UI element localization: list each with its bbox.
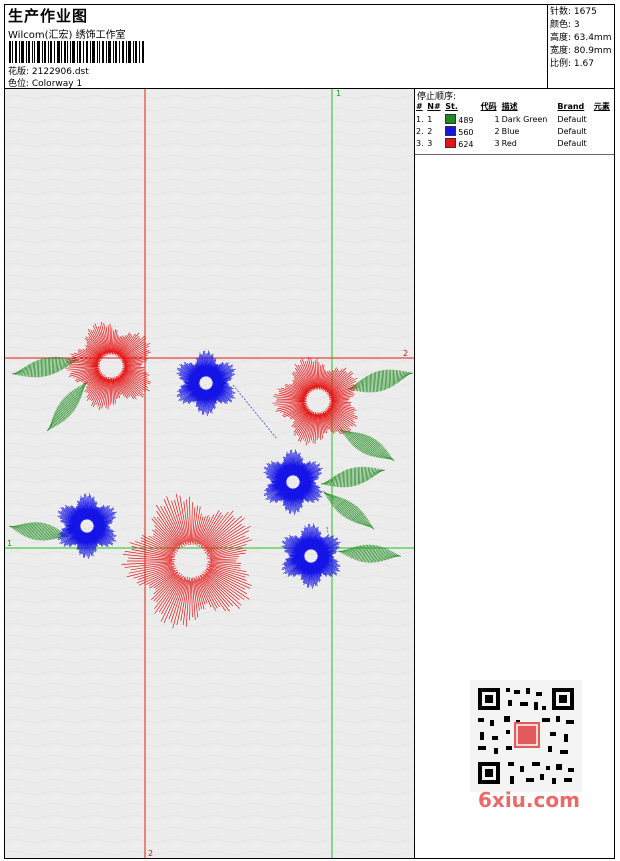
design-height: 高度: 63.4mm: [550, 33, 612, 43]
guide-marker-right: 2: [403, 349, 408, 358]
row-code: 3: [494, 138, 500, 148]
row-element: [593, 125, 614, 137]
row-element: [593, 137, 614, 149]
row-brand: Default: [557, 126, 587, 136]
col-needle: N#: [427, 102, 441, 111]
row-needle: 1: [427, 114, 433, 124]
guide-marker-left: 1: [7, 539, 12, 548]
page-title: 生产作业图: [8, 7, 89, 25]
stitch-count-value: 489: [458, 115, 474, 125]
row-stitches: 489: [444, 113, 479, 125]
col-number: #: [416, 102, 423, 111]
col-stitches: St.: [445, 102, 458, 111]
row-brand: Default: [557, 138, 587, 148]
barcode: [9, 41, 144, 63]
guide-marker-bottom: 2: [148, 849, 153, 858]
row-stitches: 560: [444, 125, 479, 137]
embroidery-preview: 1 1 2 2: [5, 89, 414, 858]
row-description: Dark Green: [501, 114, 548, 124]
color-swatch: [445, 113, 457, 124]
studio-name: Wilcom(汇宏) 绣饰工作室: [8, 30, 126, 41]
row-element: [593, 113, 614, 125]
colorway: 色位: Colorway 1: [8, 79, 83, 89]
table-row: 3. 3 624 3 Red Default: [415, 137, 614, 149]
design-stats: 针数: 1675 颜色: 3 高度: 63.4mm 宽度: 80.9mm 比例:…: [547, 5, 614, 88]
stop-sequence-table: # N# St. 代码 描述 Brand 元素 1. 1 489 1 Dark Gree…: [415, 100, 614, 149]
guide-marker-top: 1: [336, 89, 341, 98]
row-description: Red: [501, 138, 517, 148]
row-number: 1.: [416, 114, 424, 124]
col-description: 描述: [501, 102, 518, 111]
qr-code: [470, 680, 582, 792]
design-scale: 比例: 1.67: [550, 59, 594, 69]
stitch-count-value: 560: [458, 127, 474, 137]
row-needle: 2: [427, 126, 433, 136]
color-swatch: [445, 125, 457, 136]
row-description: Blue: [501, 126, 520, 136]
row-brand: Default: [557, 114, 587, 124]
table-row: 1. 1 489 1 Dark Green Default: [415, 113, 614, 125]
design-canvas: 1 1 2 2: [5, 89, 415, 858]
row-code: 2: [494, 126, 500, 136]
header: 生产作业图 Wilcom(汇宏) 绣饰工作室 花版: 2122906.dst 色…: [5, 5, 614, 89]
col-element: 元素: [593, 102, 610, 111]
color-count: 颜色: 3: [550, 20, 580, 30]
qr-logo: [514, 722, 540, 748]
row-number: 3.: [416, 138, 424, 148]
design-width: 宽度: 80.9mm: [550, 46, 612, 56]
row-stitches: 624: [444, 137, 479, 149]
row-needle: 3: [427, 138, 433, 148]
stitch-count-value: 624: [458, 139, 474, 149]
divider: [415, 154, 614, 155]
stitch-count: 针数: 1675: [550, 7, 597, 17]
table-row: 2. 2 560 2 Blue Default: [415, 125, 614, 137]
color-swatch: [445, 137, 457, 148]
col-code: 代码: [480, 102, 497, 111]
watermark: 6xiu.com: [478, 788, 580, 812]
row-code: 1: [494, 114, 500, 124]
table-header-row: # N# St. 代码 描述 Brand 元素: [415, 100, 614, 113]
row-number: 2.: [416, 126, 424, 136]
col-brand: Brand: [557, 102, 585, 111]
